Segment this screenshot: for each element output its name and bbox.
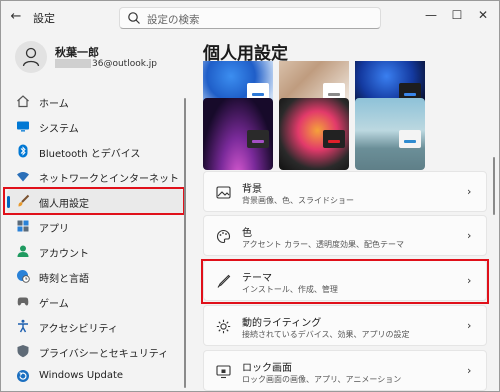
user-email-text: 36@outlook.jp [92, 59, 157, 69]
user-name: 秋葉一郎 [55, 46, 99, 59]
minimize-button[interactable]: — [419, 5, 443, 25]
sidebar-item-label: ゲーム [39, 299, 69, 310]
chevron-right-icon: › [467, 319, 472, 332]
theme-preview-chip [399, 130, 421, 148]
search-input[interactable]: 設定の検索 [119, 7, 381, 29]
theme-thumbnail[interactable] [203, 98, 273, 170]
sidebar-item-bluetooth[interactable]: Bluetooth とデバイス [7, 139, 183, 164]
email-redaction [55, 59, 91, 68]
sidebar-item-label: アプリ [39, 224, 69, 235]
chevron-right-icon: › [467, 229, 472, 242]
accessibility-icon [18, 319, 28, 333]
sidebar-nav: ホーム システム Bluetooth とデバイス ネットワークとインターネット [7, 89, 183, 389]
theme-thumbnail[interactable] [279, 98, 349, 170]
sidebar-item-accessibility[interactable]: アクセシビリティ [7, 314, 183, 339]
card-subtitle: ロック画面の画像、アプリ、アニメーション [242, 375, 402, 384]
theme-gallery [203, 61, 487, 171]
sidebar-scrollbar[interactable] [184, 98, 186, 388]
card-title: 動的ライティング [242, 318, 322, 329]
apps-icon [17, 220, 29, 232]
sidebar-item-label: アクセシビリティ [39, 324, 118, 335]
theme-preview-chip [247, 130, 269, 148]
lock-screen-icon [216, 365, 231, 379]
card-title: ロック画面 [242, 363, 292, 374]
sidebar-item-label: アカウント [39, 249, 89, 260]
card-dynamic-lighting[interactable]: 動的ライティング 接続されているデバイス、効果、アプリの設定 › [203, 305, 487, 346]
title-bar: ← 設定 設定の検索 — ☐ ✕ [1, 1, 499, 33]
update-icon [17, 370, 29, 382]
sidebar-item-apps[interactable]: アプリ [7, 214, 183, 239]
chevron-right-icon: › [467, 185, 472, 198]
sidebar-item-home[interactable]: ホーム [7, 89, 183, 114]
sidebar-item-label: プライバシーとセキュリティ [39, 349, 169, 360]
user-email: 36@outlook.jp [55, 59, 157, 69]
card-subtitle: 接続されているデバイス、効果、アプリの設定 [242, 330, 410, 339]
chevron-right-icon: › [467, 364, 472, 377]
sidebar-item-label: Windows Update [39, 370, 124, 381]
card-title: 背景 [242, 184, 262, 195]
card-background[interactable]: 背景 背景画像、色、スライドショー › [203, 171, 487, 212]
sun-icon [216, 319, 231, 334]
settings-window: ← 設定 設定の検索 — ☐ ✕ 秋葉一郎 36@outlook.jp ホーム … [0, 0, 500, 392]
sidebar-item-label: ホーム [39, 99, 69, 110]
theme-thumbnail[interactable] [355, 98, 425, 170]
main-scrollbar[interactable] [493, 157, 495, 215]
sidebar-item-gaming[interactable]: ゲーム [7, 289, 183, 314]
shield-icon [17, 345, 29, 358]
card-lock-screen[interactable]: ロック画面 ロック画面の画像、アプリ、アニメーション › [203, 350, 487, 391]
card-colors[interactable]: 色 アクセント カラー、透明度効果、配色テーマ › [203, 215, 487, 256]
maximize-button[interactable]: ☐ [445, 5, 469, 25]
highlight-frame-themes [201, 259, 489, 304]
picture-icon [216, 186, 231, 199]
search-icon [128, 12, 140, 24]
sidebar-item-windows-update[interactable]: Windows Update [7, 364, 183, 389]
sidebar-item-privacy[interactable]: プライバシーとセキュリティ [7, 339, 183, 364]
sidebar-item-network[interactable]: ネットワークとインターネット [7, 164, 183, 189]
sidebar-item-label: システム [39, 124, 79, 135]
monitor-icon [17, 121, 29, 132]
account-icon [17, 245, 29, 257]
user-profile[interactable]: 秋葉一郎 36@outlook.jp [15, 41, 185, 83]
app-title: 設定 [33, 12, 55, 25]
sidebar-item-time-language[interactable]: 時刻と言語 [7, 264, 183, 289]
palette-icon [216, 229, 231, 244]
gamepad-icon [17, 297, 29, 306]
close-button[interactable]: ✕ [471, 5, 495, 25]
theme-preview-chip [323, 130, 345, 148]
wifi-icon [17, 172, 29, 182]
card-title: 色 [242, 228, 252, 239]
sidebar-item-label: 時刻と言語 [39, 274, 89, 285]
home-icon [17, 95, 29, 108]
back-button[interactable]: ← [5, 6, 27, 28]
avatar [15, 41, 47, 73]
card-subtitle: アクセント カラー、透明度効果、配色テーマ [242, 240, 405, 249]
highlight-frame-personalization [3, 187, 185, 215]
person-icon [22, 47, 40, 67]
sidebar-item-system[interactable]: システム [7, 114, 183, 139]
globe-clock-icon [17, 270, 30, 283]
sidebar-item-label: ネットワークとインターネット [39, 174, 179, 185]
sidebar-item-label: Bluetooth とデバイス [39, 149, 141, 160]
bluetooth-icon [18, 144, 28, 158]
sidebar-item-accounts[interactable]: アカウント [7, 239, 183, 264]
card-subtitle: 背景画像、色、スライドショー [242, 196, 354, 205]
search-placeholder: 設定の検索 [147, 14, 200, 26]
